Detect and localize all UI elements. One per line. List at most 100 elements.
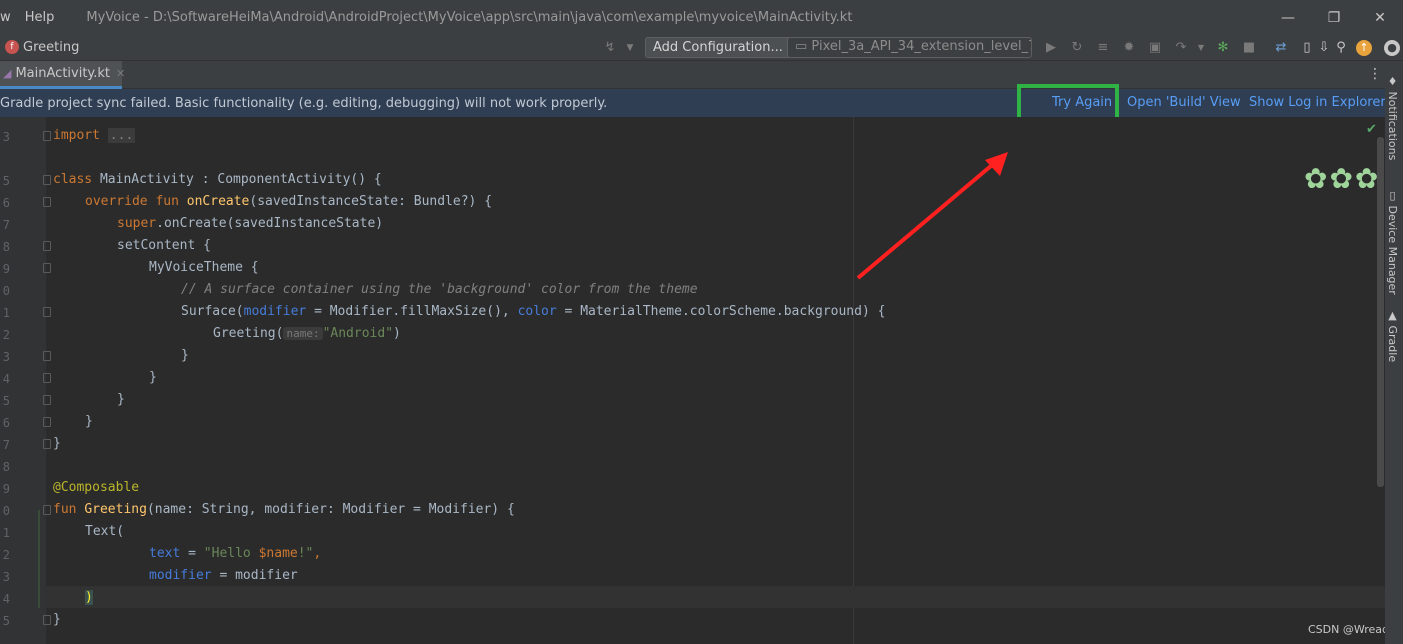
more-options-icon[interactable]: ⋮ [1368,66,1382,82]
device-label: Pixel_3a_API_34_extension_level_7_x8... [811,39,1031,54]
red-arrow [856,152,1008,280]
device-manager-icon[interactable]: ▯ [1299,40,1315,56]
code-token: onCreate [186,194,250,209]
code-token: super [117,216,157,231]
code-line: Greeting(name: "Android") [213,323,401,345]
phone-icon: ▯ [1386,189,1399,206]
window-title: MyVoice - D:\SoftwareHeiMa\Android\Andro… [86,10,853,25]
bell-icon: ♦ [1386,75,1399,92]
menu-item-help[interactable]: Help [25,10,55,25]
code-line: class MainActivity : ComponentActivity()… [53,169,382,191]
debug-icon[interactable]: ✹ [1121,40,1137,56]
fold-marker[interactable] [43,505,51,515]
fold-marker[interactable] [43,197,51,207]
line-number: 1 [2,526,10,540]
fold-marker[interactable] [43,131,51,141]
fold-marker[interactable] [43,417,51,427]
code-token: !" [297,546,314,561]
line-number: 6 [2,196,10,210]
elephant-icon: ▲ [1386,309,1399,326]
notifications-tool[interactable]: ♦ Notifications [1386,75,1399,160]
code-token: Text( [85,524,125,539]
line-number: 9 [2,482,10,496]
close-tab-icon[interactable]: ✕ [116,67,125,80]
sync-gradle-icon[interactable]: ⇄ [1273,40,1289,56]
update-icon[interactable]: ↑ [1356,40,1372,56]
fold-marker[interactable] [43,241,51,251]
code-token: class [53,172,93,187]
fold-marker[interactable] [43,373,51,383]
code-line: modifier = modifier [149,565,298,587]
attach-debugger-icon[interactable]: ✻ [1215,40,1231,56]
line-number: 7 [2,438,10,452]
sdk-manager-icon[interactable]: ⇩ [1316,40,1332,56]
code-token: import [53,128,100,143]
code-token: Greeting( [213,326,284,341]
code-line: } [53,612,61,627]
folded-imports[interactable]: ... [107,128,136,143]
profile-icon[interactable]: ▣ [1147,40,1163,56]
line-number: 5 [2,174,10,188]
code-token: modifier [149,568,212,583]
vcs-change-marker [38,510,40,608]
maximize-button[interactable]: ❐ [1311,0,1357,35]
open-build-view-link[interactable]: Open 'Build' View [1127,95,1241,110]
gradle-tool[interactable]: ▲ Gradle [1386,309,1399,362]
line-number: 4 [2,372,10,386]
fold-marker[interactable] [43,615,51,625]
fold-marker[interactable] [43,351,51,361]
code-line: ) [85,587,93,609]
fold-marker[interactable] [43,175,51,185]
menu-bar: w Help [0,10,64,25]
watermark: CSDN @Wread. [1308,623,1393,636]
code-token: (name: String, modifier: Modifier = Modi… [146,502,515,517]
show-log-link[interactable]: Show Log in Explorer [1249,95,1386,110]
minimize-button[interactable]: — [1265,0,1311,35]
device-selector[interactable]: ▭ Pixel_3a_API_34_extension_level_7_x8..… [787,37,1032,58]
arrow-shaft [856,158,1000,280]
line-number: 5 [2,614,10,628]
chevron-down-icon[interactable]: ▼ [622,40,638,56]
tab-mainactivity[interactable]: ◢ MainActivity.kt ✕ [0,61,125,89]
apply-changes-icon[interactable]: ≡ [1095,40,1111,56]
code-token: modifier [243,304,307,319]
code-comment: // A surface container using the 'backgr… [181,282,698,297]
code-token: text [149,546,181,561]
code-line: fun Greeting(name: String, modifier: Mod… [53,499,515,521]
line-number: 8 [2,460,10,474]
fold-marker[interactable] [43,263,51,273]
code-line: text = "Hello $name!", [149,543,321,565]
code-editor[interactable]: 3 5 6 7 8 9 0 1 2 3 4 5 6 7 8 9 0 1 2 3 … [0,117,1393,644]
toolbar: f Greeting ↯ ▼ Add Configuration... ▭ Pi… [0,35,1403,61]
code-token: ) [393,326,401,341]
git-icon[interactable]: ↯ [602,40,618,56]
inspection-ok-icon[interactable]: ✔ [1366,122,1377,137]
fold-marker[interactable] [43,439,51,449]
close-button[interactable]: ✕ [1357,0,1403,35]
device-manager-tool[interactable]: ▯ Device Manager [1386,189,1399,295]
run-config-label[interactable]: Greeting [23,40,79,55]
coverage-icon[interactable]: ↷ [1173,40,1189,56]
run-icon[interactable]: ▶ [1043,40,1059,56]
code-token: = MaterialTheme.colorScheme.background) … [556,304,886,319]
current-line-highlight [46,586,1385,608]
search-icon[interactable]: ⚲ [1333,40,1349,56]
code-line: import ... [53,125,136,147]
editor-tab-bar: ◢ MainActivity.kt ✕ ⋮ [0,61,1385,89]
rerun-icon[interactable]: ↻ [1069,40,1085,56]
notifications-label: Notifications [1386,91,1399,161]
code-token: MainActivity : ComponentActivity() { [92,172,382,187]
chevron-down-icon-2[interactable]: ▼ [1193,40,1209,56]
account-icon[interactable]: ● [1384,40,1400,56]
menu-item-view[interactable]: w [0,10,11,25]
add-configuration-button[interactable]: Add Configuration... [645,37,791,58]
line-number: 2 [2,548,10,562]
code-line: } [181,348,189,363]
code-token: = modifier [211,568,298,583]
stop-icon[interactable]: ■ [1241,40,1257,56]
vertical-scrollbar[interactable] [1377,137,1384,487]
fold-marker[interactable] [43,395,51,405]
fold-marker[interactable] [43,307,51,317]
line-number: 0 [2,504,10,518]
gradle-label: Gradle [1386,325,1399,363]
